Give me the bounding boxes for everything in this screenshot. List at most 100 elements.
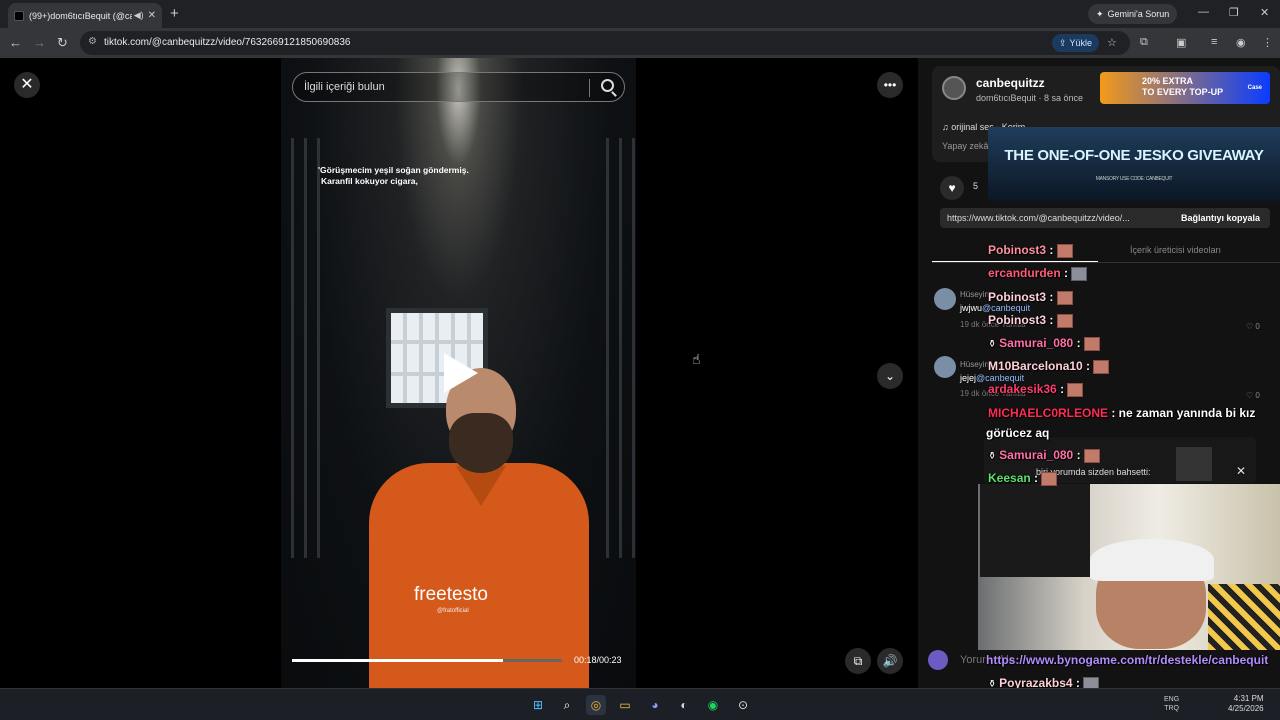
language-indicator[interactable]: ENG TRQ	[1164, 695, 1179, 713]
file-explorer-icon[interactable]: ▭	[615, 695, 635, 715]
ad2-subtitle: MANSORY USE CODE: CANBEQUIT	[1095, 176, 1173, 182]
chat-badge-icon: ⚱	[988, 451, 1000, 462]
windows-start-icon[interactable]: ⊞	[528, 695, 548, 715]
creator-avatar[interactable]	[942, 76, 966, 100]
creator-name[interactable]: canbequitzz	[976, 76, 1045, 90]
close-tab-icon[interactable]: ✕	[148, 10, 156, 21]
prisoner-beard	[449, 413, 513, 473]
chat-username: Keesan	[988, 471, 1031, 485]
extensions-icon[interactable]: ⧉	[1140, 36, 1148, 49]
ad2-title: THE ONE-OF-ONE JESKO GIVEAWAY	[1004, 147, 1264, 164]
url-text[interactable]: tiktok.com/@canbequitzz/video/7632669121…	[104, 37, 350, 48]
comment-like[interactable]: ♡ 0	[1246, 322, 1260, 331]
topup-ad-banner[interactable]: 20% EXTRA TO EVERY TOP-UP Case	[1100, 72, 1270, 104]
chat-text: :	[1046, 290, 1054, 304]
chat-emote-icon	[1071, 266, 1088, 281]
video-caption: 'Görüşmecim yeşil soğan göndermiş. Karan…	[318, 165, 469, 187]
split-view-icon[interactable]: ▣	[1176, 36, 1186, 49]
video-player[interactable]: İlgili içeriği bulun 'Görüşmecim yeşil s…	[281, 58, 636, 688]
next-video-chevron-down-icon[interactable]: ⌄	[877, 363, 903, 389]
comment-text-body: jwjwu	[960, 303, 983, 313]
volume-icon[interactable]: 🔊	[877, 648, 903, 674]
chrome-icon[interactable]: ◎	[586, 695, 606, 715]
restore-icon[interactable]: ❐	[1229, 6, 1239, 19]
chat-username: ardakesik36	[988, 382, 1057, 396]
chat-text: görücez aq	[986, 426, 1050, 440]
system-clock[interactable]: 4:31 PM 4/25/2026	[1228, 694, 1264, 714]
chat-emote-icon	[1056, 313, 1073, 328]
new-tab-button[interactable]: +	[170, 5, 179, 22]
gemini-button[interactable]: ✦ Gemini'a Sorun	[1088, 4, 1178, 24]
play-icon[interactable]	[444, 353, 478, 393]
comment-like[interactable]: ♡ 0	[1246, 391, 1260, 400]
giveaway-ad-banner[interactable]: THE ONE-OF-ONE JESKO GIVEAWAY MANSORY US…	[988, 127, 1280, 201]
steam-icon[interactable]: ◐	[674, 695, 694, 715]
discord-icon[interactable]: ◕	[645, 695, 665, 715]
upload-button[interactable]: ⇪ Yükle	[1052, 34, 1100, 52]
like-count: 5	[973, 181, 979, 191]
comment-user[interactable]: Hüseyin	[960, 360, 989, 369]
chat-message: Pobinost3 :	[988, 243, 1073, 258]
chat-emote-icon	[1056, 290, 1073, 305]
speaker-icon[interactable]: ◀)	[134, 10, 144, 21]
comment-user[interactable]: Hüseyin	[960, 290, 989, 299]
forward-icon[interactable]: →	[33, 35, 46, 50]
my-avatar[interactable]	[928, 650, 948, 670]
notification-close-icon[interactable]: ✕	[1236, 464, 1246, 478]
chat-message: ardakesik36 :	[988, 382, 1084, 397]
video-search-input[interactable]: İlgili içeriği bulun	[292, 72, 625, 102]
chat-badge-icon: ⚱	[988, 339, 1000, 350]
video-progress-bar[interactable]	[292, 659, 562, 662]
chat-username: Samurai_080	[999, 448, 1074, 462]
chat-text: :	[1082, 359, 1091, 373]
site-info-icon[interactable]: ⚙	[88, 36, 97, 47]
search-icon[interactable]	[601, 79, 614, 92]
chat-text: :	[1056, 382, 1065, 396]
copy-link-button[interactable]: Bağlantıyı kopyala	[1175, 208, 1266, 228]
chat-text: :	[1073, 336, 1081, 350]
tab-creator-videos[interactable]: İçerik üreticisi videoları	[1130, 245, 1221, 255]
taskbar-search-icon[interactable]: ⌕	[557, 695, 577, 715]
comment-avatar[interactable]	[934, 288, 956, 310]
chat-username: Pobinost3	[988, 313, 1047, 327]
chat-emote-icon	[1056, 243, 1073, 258]
close-video-button[interactable]: ✕	[14, 72, 40, 98]
language-line-2: TRQ	[1164, 705, 1179, 712]
reading-list-icon[interactable]: ≡	[1211, 36, 1217, 48]
profile-avatar-icon[interactable]: ◉	[1236, 36, 1246, 49]
tabs-divider	[932, 262, 1280, 263]
chat-message: Pobinost3 :	[988, 290, 1073, 305]
video-watermark-handle: @fratofficial	[437, 608, 469, 614]
language-line-1: ENG	[1164, 696, 1180, 703]
chat-username: Pobinost3	[988, 290, 1047, 304]
comment-avatar[interactable]	[934, 356, 956, 378]
address-bar[interactable]: ⚙ tiktok.com/@canbequitzz/video/76326691…	[80, 31, 1130, 55]
cell-bars-right	[596, 138, 636, 558]
pip-icon[interactable]: ⧉	[845, 648, 871, 674]
clock-date: 4/25/2026	[1228, 704, 1264, 713]
browser-tab[interactable]: (99+)dom6tıcıBequit (@can ◀) ✕	[8, 3, 162, 28]
reload-icon[interactable]: ↻	[57, 35, 68, 51]
close-window-icon[interactable]: ✕	[1260, 6, 1269, 19]
chat-text: : ne zaman yanında bi kız	[1108, 406, 1256, 420]
creator-subtitle: dom6tıcıBequit · 8 sa önce	[976, 93, 1084, 103]
caption-line-2: Karanfil kokuyor cigara,	[321, 176, 418, 186]
chat-text: :	[1046, 313, 1054, 327]
like-heart-icon[interactable]: ♥	[940, 176, 964, 200]
spotify-icon[interactable]: ◉	[703, 695, 723, 715]
bookmark-star-icon[interactable]: ☆	[1107, 36, 1117, 49]
chat-text: https://www.bynogame.com/tr/destekle/can…	[986, 653, 1269, 667]
chat-message: https://www.bynogame.com/tr/destekle/can…	[986, 653, 1268, 667]
more-options-icon[interactable]: •••	[877, 72, 903, 98]
share-link-text[interactable]: https://www.tiktok.com/@canbequitzz/vide…	[947, 213, 1130, 223]
back-icon[interactable]: ←	[9, 35, 22, 50]
minimize-icon[interactable]: —	[1198, 6, 1209, 18]
streamer-webcam	[978, 484, 1280, 650]
chat-message: ⚱ Samurai_080 :	[988, 336, 1100, 351]
windows-taskbar: ⊞ ⌕ ◎ ▭ ◕ ◐ ◉ ⊙ ENG TRQ 4:31 PM 4/25/202…	[0, 688, 1280, 720]
comment-text-body: jejej	[960, 373, 977, 383]
chat-username: M10Barcelona10	[988, 359, 1083, 373]
app-icon[interactable]: ⊙	[733, 695, 753, 715]
webcam-poster	[980, 484, 1090, 577]
menu-dots-icon[interactable]: ⋮	[1262, 36, 1273, 49]
